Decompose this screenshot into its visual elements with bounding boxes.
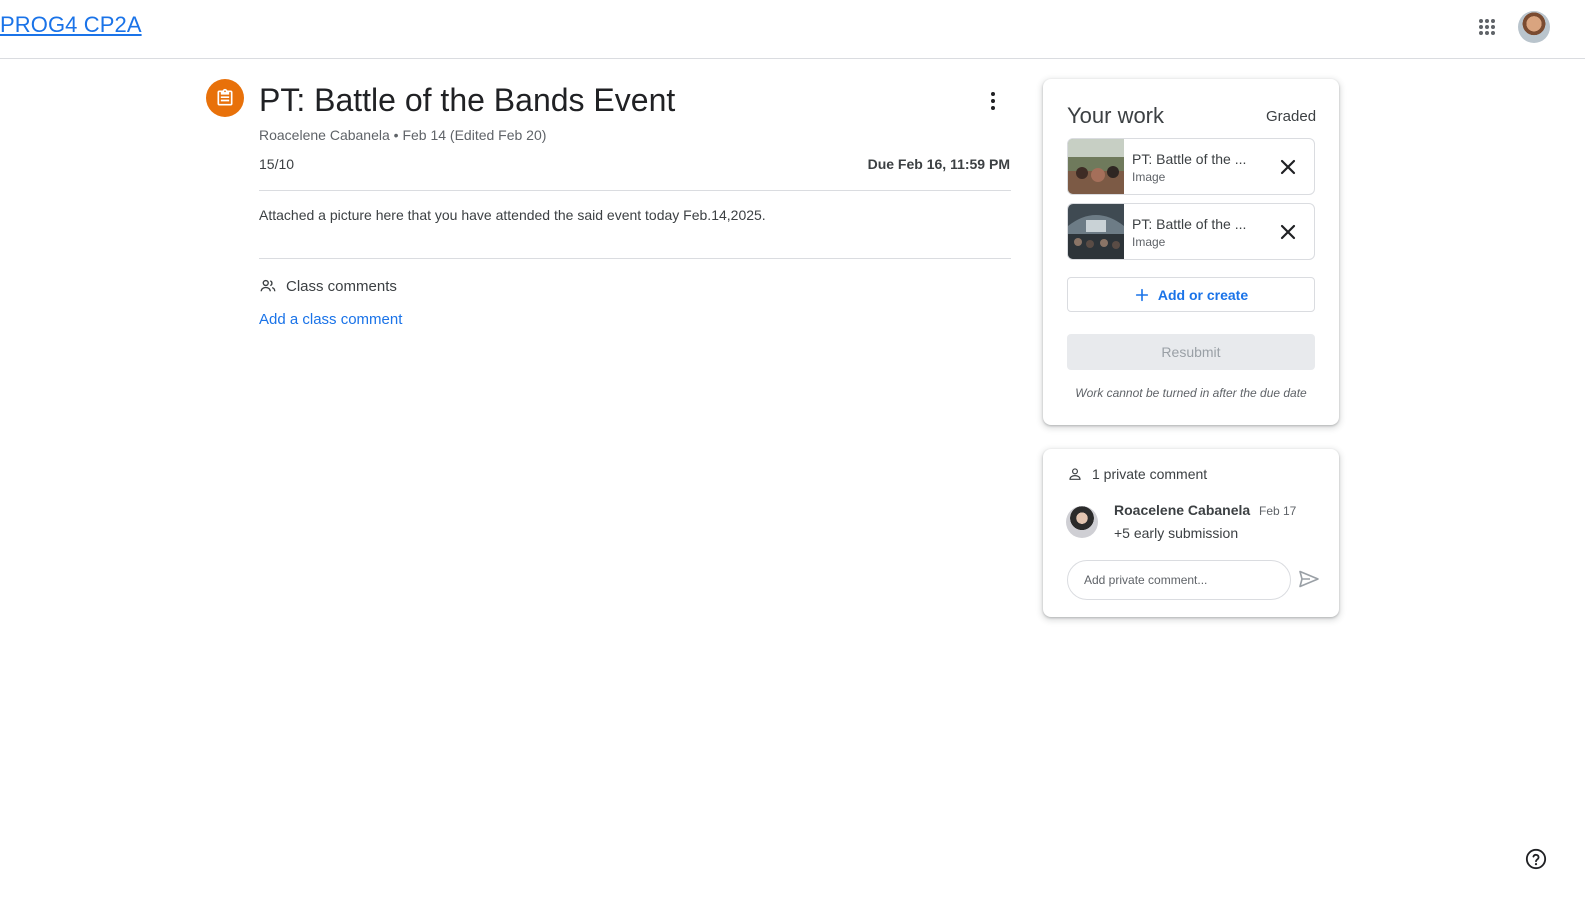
comment-author: Roacelene Cabanela bbox=[1114, 502, 1251, 518]
course-name-link[interactable]: PROG4 CP2A bbox=[0, 12, 142, 38]
assignment-description: Attached a picture here that you have at… bbox=[259, 207, 766, 223]
clipboard-icon bbox=[217, 88, 233, 106]
due-date-note: Work cannot be turned in after the due d… bbox=[1075, 386, 1307, 400]
private-comments-header: 1 private comment bbox=[1067, 466, 1207, 482]
remove-attachment-icon[interactable] bbox=[1276, 220, 1300, 244]
assignment-title: PT: Battle of the Bands Event bbox=[259, 82, 676, 118]
google-apps-icon[interactable] bbox=[1472, 12, 1502, 42]
attachment-thumbnail bbox=[1068, 139, 1124, 194]
class-comments-label: Class comments bbox=[286, 277, 397, 295]
add-class-comment-link[interactable]: Add a class comment bbox=[259, 311, 402, 328]
top-bar: PROG4 CP2A bbox=[0, 0, 1585, 59]
plus-icon bbox=[1135, 288, 1149, 301]
help-icon[interactable] bbox=[1525, 848, 1547, 870]
attachment-type: Image bbox=[1132, 170, 1166, 184]
class-comments-header: Class comments bbox=[259, 277, 397, 295]
attachment-item[interactable]: PT: Battle of the ... Image bbox=[1067, 203, 1315, 260]
your-work-title: Your work bbox=[1067, 103, 1165, 128]
add-or-create-button[interactable]: Add or create bbox=[1067, 277, 1315, 312]
assignment-icon bbox=[206, 79, 244, 117]
due-date: Due Feb 16, 11:59 PM bbox=[867, 156, 1010, 172]
commenter-avatar bbox=[1066, 506, 1098, 538]
remove-attachment-icon[interactable] bbox=[1276, 155, 1300, 179]
attachment-title: PT: Battle of the ... bbox=[1132, 216, 1247, 232]
private-comments-count: 1 private comment bbox=[1092, 466, 1208, 482]
add-or-create-label: Add or create bbox=[1157, 286, 1249, 303]
people-icon bbox=[260, 279, 276, 292]
attachment-item[interactable]: PT: Battle of the ... Image bbox=[1067, 138, 1315, 195]
attachment-thumbnail bbox=[1068, 204, 1124, 259]
grade-status: Graded bbox=[1266, 108, 1317, 125]
assignment-points: 15/10 bbox=[259, 156, 295, 172]
more-options-icon[interactable] bbox=[976, 84, 1010, 118]
account-avatar[interactable] bbox=[1518, 11, 1550, 43]
resubmit-button[interactable]: Resubmit bbox=[1067, 334, 1315, 370]
send-icon[interactable] bbox=[1297, 567, 1321, 591]
comment-text: +5 early submission bbox=[1114, 525, 1239, 541]
person-icon bbox=[1069, 468, 1081, 480]
attachment-title: PT: Battle of the ... bbox=[1132, 151, 1247, 167]
divider bbox=[259, 190, 1011, 191]
assignment-meta: Roacelene Cabanela • Feb 14 (Edited Feb … bbox=[259, 127, 547, 143]
divider bbox=[259, 258, 1011, 259]
private-comment-input[interactable] bbox=[1067, 560, 1291, 600]
attachment-type: Image bbox=[1132, 235, 1166, 249]
comment-date: Feb 17 bbox=[1259, 504, 1297, 518]
